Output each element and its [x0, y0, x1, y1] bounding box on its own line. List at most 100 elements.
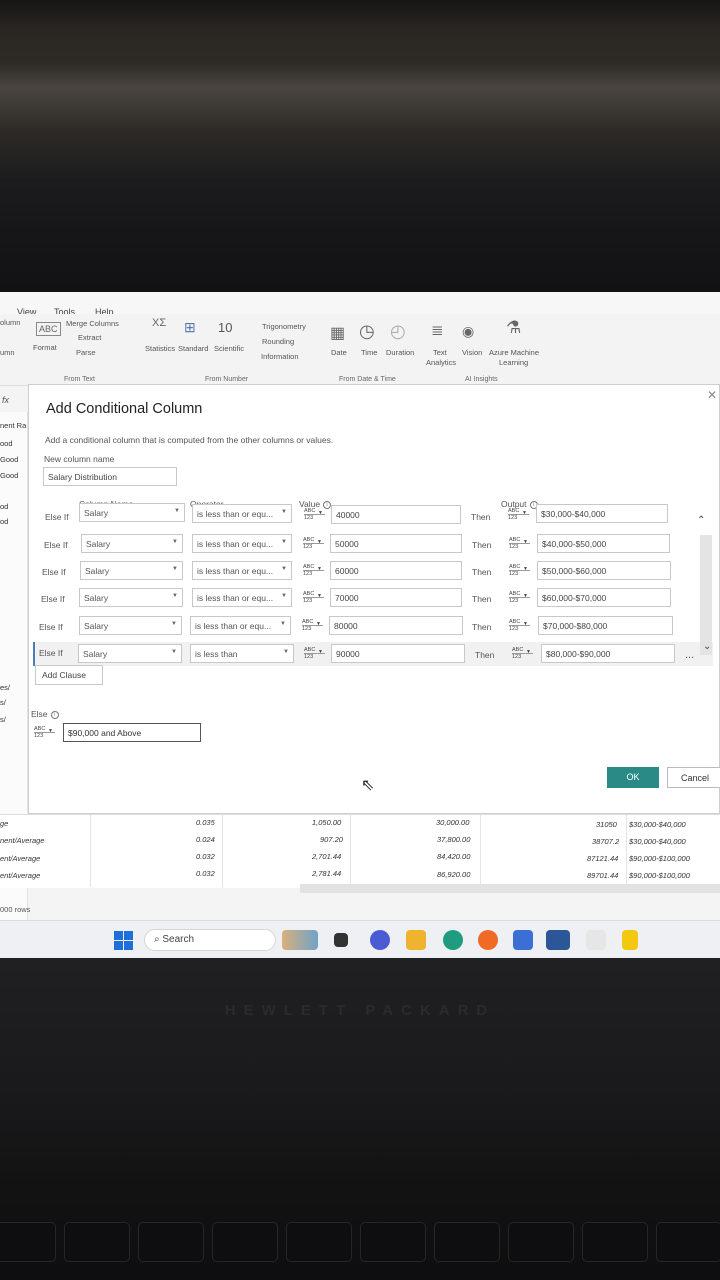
operator-dropdown[interactable]: is less than or equ... ▼: [192, 588, 292, 607]
keyboard-key: [582, 1222, 648, 1262]
output-input[interactable]: $80,000-$90,000: [541, 644, 675, 663]
standard-button[interactable]: Standard: [178, 344, 208, 353]
duration-button[interactable]: Duration: [386, 348, 414, 357]
grid-divider: [626, 815, 627, 887]
word-icon[interactable]: [546, 930, 570, 950]
extract-button[interactable]: Extract: [78, 333, 101, 342]
keyboard-key: [286, 1222, 352, 1262]
band-cell: $30,000-$40,000: [629, 820, 686, 829]
statistics-button[interactable]: Statistics: [145, 344, 175, 353]
time-icon: ◷: [359, 321, 375, 341]
text-analytics-label-2: Analytics: [426, 358, 457, 367]
value-input[interactable]: 70000: [330, 588, 462, 607]
clauses-scrollbar[interactable]: [700, 535, 712, 655]
merge-columns-button[interactable]: Merge Columns: [66, 319, 119, 328]
output-input[interactable]: $60,000-$70,000: [537, 588, 671, 607]
else-if-label: Else If: [39, 648, 63, 658]
more-options-icon[interactable]: ...: [685, 649, 694, 661]
output-type-button[interactable]: ABC 123 ▼: [506, 562, 530, 579]
operator-dropdown[interactable]: is less than or equ... ▼: [192, 561, 292, 580]
column-dropdown[interactable]: Salary ▼: [81, 534, 183, 553]
chevron-up-icon[interactable]: ⌃: [697, 515, 705, 526]
mouse-pointer-icon: ⇖: [361, 777, 375, 794]
band-cell: $30,000-$40,000: [629, 837, 686, 846]
windows-start-icon[interactable]: [114, 931, 133, 950]
output-type-button[interactable]: ABC 123 ▼: [505, 506, 529, 523]
output-input[interactable]: $50,000-$60,000: [537, 561, 671, 580]
scientific-button[interactable]: Scientific: [214, 344, 244, 353]
output-type-button[interactable]: ABC 123 ▼: [506, 589, 530, 606]
column-dropdown[interactable]: Salary ▼: [78, 644, 182, 663]
trigonometry-button[interactable]: Trigonometry: [262, 322, 306, 331]
else-value-input[interactable]: $90,000 and Above: [63, 723, 201, 742]
value-type-button[interactable]: ABC 123 ▼: [301, 506, 325, 523]
value-input[interactable]: 50000: [330, 534, 462, 553]
value-type-button[interactable]: ABC 123 ▼: [299, 617, 323, 634]
widgets-icon[interactable]: [282, 930, 318, 950]
store-icon[interactable]: [513, 930, 533, 950]
snipping-tool-icon[interactable]: [586, 930, 606, 950]
information-button[interactable]: Information: [261, 352, 299, 361]
format-button[interactable]: Format: [33, 343, 57, 352]
task-view-icon[interactable]: [334, 933, 348, 947]
operator-dropdown[interactable]: is less than or equ... ▼: [190, 616, 291, 635]
azure-ml-button[interactable]: Azure Machine: [489, 348, 539, 357]
output-input[interactable]: $30,000-$40,000: [536, 504, 668, 523]
chevron-down-icon[interactable]: ⌄: [703, 641, 711, 652]
value-input[interactable]: 90000: [331, 644, 465, 663]
column-dropdown[interactable]: Salary ▼: [79, 616, 182, 635]
rounding-button[interactable]: Rounding: [262, 337, 294, 346]
new-column-name-input[interactable]: Salary Distribution: [43, 467, 177, 486]
operator-dropdown[interactable]: is less than or equ... ▼: [192, 504, 292, 523]
edge-icon[interactable]: [443, 930, 463, 950]
fx-icon: fx: [2, 395, 10, 405]
chevron-down-icon: ▼: [171, 621, 177, 627]
time-button[interactable]: Time: [361, 348, 377, 357]
column-dropdown[interactable]: Salary ▼: [79, 588, 183, 607]
keyboard-key: [434, 1222, 500, 1262]
else-type-button[interactable]: ABC 123 ▼: [31, 724, 55, 741]
output-type-button[interactable]: ABC 123 ▼: [506, 617, 530, 634]
group-from-date-time: From Date & Time: [339, 376, 396, 383]
dialog-description: Add a conditional column that is compute…: [45, 435, 334, 445]
chevron-down-icon: ▼: [523, 539, 528, 545]
parse-button[interactable]: Parse: [76, 348, 96, 357]
search-label: Search: [162, 934, 195, 945]
text-analytics-button[interactable]: Text: [433, 348, 447, 357]
output-type-button[interactable]: ABC 123 ▼: [506, 535, 530, 552]
vision-button[interactable]: Vision: [462, 348, 482, 357]
firefox-icon[interactable]: [478, 930, 498, 950]
chevron-down-icon: ▼: [317, 539, 322, 545]
data-grid: ge 0.035 1,050.00 30,000.00 31050 $30,00…: [0, 814, 720, 888]
output-type-button[interactable]: ABC 123 ▼: [509, 645, 533, 662]
output-input[interactable]: $70,000-$80,000: [538, 616, 673, 635]
close-icon[interactable]: ✕: [707, 388, 717, 402]
value-input[interactable]: 60000: [330, 561, 462, 580]
output-input[interactable]: $40,000-$50,000: [537, 534, 670, 553]
value-type-button[interactable]: ABC 123 ▼: [301, 645, 325, 662]
value-input[interactable]: 40000: [331, 505, 461, 524]
amount-cell: 2,781.44: [312, 869, 342, 878]
value-type-button[interactable]: ABC 123 ▼: [300, 589, 324, 606]
add-clause-button[interactable]: Add Clause: [35, 665, 103, 685]
column-dropdown-value: Salary: [84, 508, 109, 518]
new-column-name-label: New column name: [44, 454, 115, 464]
chevron-down-icon: ▼: [318, 510, 323, 516]
operator-dropdown[interactable]: is less than or equ... ▼: [192, 534, 292, 553]
horizontal-scrollbar[interactable]: [300, 884, 720, 893]
date-button[interactable]: Date: [331, 348, 347, 357]
value-type-button[interactable]: ABC 123 ▼: [300, 535, 324, 552]
value-cell: 31050: [596, 820, 617, 829]
operator-dropdown[interactable]: is less than ▼: [190, 644, 294, 663]
value-type-button[interactable]: ABC 123 ▼: [300, 562, 324, 579]
ok-button[interactable]: OK: [607, 767, 659, 788]
taskbar-search[interactable]: ⌕ Search: [144, 929, 276, 951]
cancel-button[interactable]: Cancel: [667, 767, 720, 788]
power-bi-icon[interactable]: [622, 930, 638, 950]
value-input[interactable]: 80000: [329, 616, 463, 635]
file-explorer-icon[interactable]: [406, 930, 426, 950]
add-conditional-column-dialog: Add Conditional Column ✕ Add a condition…: [28, 384, 720, 814]
column-dropdown[interactable]: Salary ▼: [80, 561, 183, 580]
chat-icon[interactable]: [370, 930, 390, 950]
column-dropdown[interactable]: Salary ▼: [79, 503, 185, 522]
